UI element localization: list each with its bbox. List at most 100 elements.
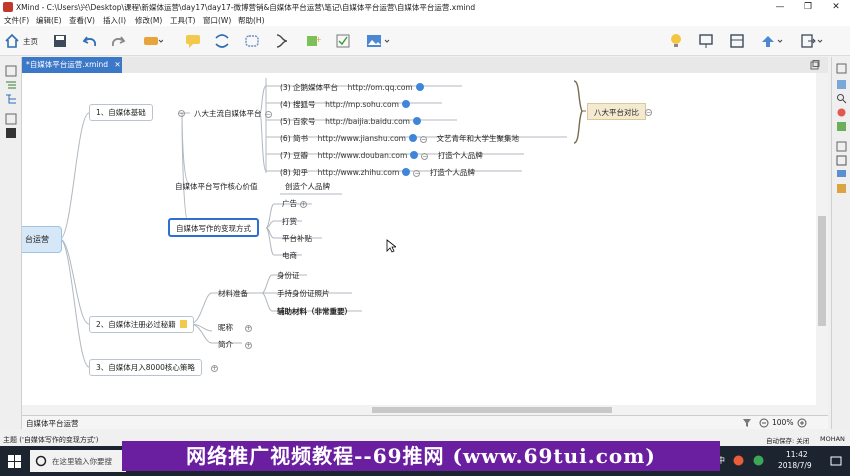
materials-child-photo[interactable]: 手持身份证照片	[277, 288, 330, 299]
sheet-tab[interactable]: 自媒体平台运营	[26, 418, 79, 429]
notification-icon[interactable]	[830, 455, 842, 467]
menu-insert[interactable]: 插入(I)	[103, 15, 126, 26]
platforms-collapse-icon[interactable]: −	[264, 111, 272, 118]
home-label[interactable]: 主页	[23, 36, 38, 47]
tab-close-icon[interactable]: ✕	[114, 60, 120, 69]
maximize-button[interactable]: ❐	[794, 0, 822, 14]
marker-icon[interactable]: +	[305, 33, 321, 49]
link-globe-icon	[401, 100, 410, 108]
zoom-in-icon[interactable]	[797, 418, 807, 428]
monetize-child-tip[interactable]: 打赏	[282, 216, 297, 227]
platform-row-6[interactable]: (6) 简书 http://www.jianshu.com − 文艺青年和大学生聚…	[280, 133, 519, 144]
link-globe-icon	[410, 151, 419, 159]
comments-icon[interactable]	[836, 169, 847, 180]
home-icon[interactable]	[4, 33, 20, 49]
markers-icon[interactable]	[836, 107, 847, 118]
monetize-child-subsidy[interactable]: 平台补贴	[282, 233, 312, 244]
console-icon[interactable]	[5, 127, 17, 139]
close-window-button[interactable]: ✕	[822, 0, 850, 14]
redo-icon[interactable]	[110, 33, 126, 49]
properties-icon[interactable]	[836, 79, 847, 90]
platform-row-3[interactable]: (3) 企鹅媒体平台 http://om.qq.com	[280, 82, 424, 93]
intro-topic[interactable]: 简介 +	[218, 339, 252, 350]
right-dock	[831, 57, 850, 429]
menu-help[interactable]: 帮助(H)	[238, 15, 265, 26]
lightbulb-icon[interactable]	[668, 33, 684, 49]
export-icon[interactable]	[800, 33, 824, 49]
branch-3-plus-icon[interactable]: +	[208, 363, 218, 372]
platform-row-7[interactable]: (7) 豆瓣 http://www.douban.com − 打造个人品牌	[280, 150, 483, 161]
window-title: XMind - C:\Users\兴\Desktop\课程\新媒体运营\day1…	[16, 3, 476, 12]
materials-topic[interactable]: 材料准备	[218, 288, 248, 299]
filter-icon[interactable]	[742, 418, 752, 428]
styles-icon[interactable]	[836, 183, 847, 194]
minimize-button[interactable]: —	[766, 0, 794, 14]
notes-icon[interactable]	[836, 155, 847, 166]
search-icon[interactable]	[836, 93, 847, 104]
summary-topic[interactable]: 八大平台对比	[587, 103, 646, 120]
tab-restore-icon[interactable]	[810, 60, 820, 70]
summary-icon[interactable]	[274, 33, 290, 49]
dock-restore-icon-right[interactable]	[836, 63, 847, 74]
menu-file[interactable]: 文件(F)	[4, 15, 29, 26]
summary-plus-icon[interactable]: −	[642, 107, 652, 116]
note-icon	[179, 320, 187, 328]
zoom-out-icon[interactable]	[759, 418, 769, 428]
dock-restore-icon[interactable]	[5, 65, 17, 77]
save-icon[interactable]	[52, 33, 68, 49]
tray-chat-icon[interactable]	[753, 455, 764, 466]
boundary-icon[interactable]	[244, 33, 260, 49]
overview-icon[interactable]	[836, 121, 847, 132]
task-icon[interactable]	[335, 33, 351, 49]
platform-row-5[interactable]: (5) 百家号 http://baijia.baidu.com	[280, 116, 421, 127]
platforms-topic[interactable]: 八大主流自媒体平台 −	[194, 108, 272, 119]
tab-document[interactable]: *自媒体平台运营.xmind ✕	[22, 57, 122, 73]
branch-2-topic[interactable]: 2、自媒体注册必过秘籍	[89, 316, 194, 333]
branch-1-plus-icon[interactable]: −	[175, 108, 185, 117]
callout-icon[interactable]	[185, 33, 201, 49]
menu-edit[interactable]: 编辑(E)	[36, 15, 62, 26]
vertical-scroll-thumb[interactable]	[818, 216, 826, 326]
layout-icon[interactable]	[729, 33, 745, 49]
image-icon[interactable]	[366, 33, 390, 49]
core-value-topic[interactable]: 自媒体平台写作核心价值	[175, 181, 258, 192]
menu-window[interactable]: 窗口(W)	[203, 15, 231, 26]
core-value-child[interactable]: 创造个人品牌	[285, 181, 330, 192]
platform-row-8[interactable]: (8) 知乎 http://www.zhihu.com − 打造个人品牌	[280, 167, 475, 178]
monetize-topic-selected[interactable]: 自媒体写作的变现方式	[168, 218, 259, 237]
platform-url: http://www.douban.com	[317, 151, 408, 160]
tray-app-icon[interactable]	[733, 455, 744, 466]
undo-icon[interactable]	[82, 33, 98, 49]
relationship-icon[interactable]	[214, 33, 230, 49]
monetize-child-ad[interactable]: 广告 +	[282, 198, 307, 209]
horizontal-scrollbar[interactable]	[22, 405, 816, 415]
zoom-level[interactable]: 100%	[772, 418, 793, 427]
menu-view[interactable]: 查看(V)	[69, 15, 95, 26]
topic-icon[interactable]	[143, 33, 163, 49]
mindmap-canvas[interactable]: 台运营 1、自媒体基础 − 八大主流自媒体平台 − (3) 企鹅媒体平台 http…	[22, 73, 816, 415]
structure-icon[interactable]	[5, 93, 17, 105]
windows-start-icon[interactable]	[8, 455, 21, 468]
presentation-icon[interactable]	[698, 33, 714, 49]
horizontal-scroll-thumb[interactable]	[372, 407, 612, 413]
materials-child-aux[interactable]: 辅助材料（非常重要）	[277, 306, 352, 317]
dock-restore-icon-right-2[interactable]	[836, 141, 847, 152]
taskbar-date[interactable]: 2018/7/9	[778, 461, 812, 470]
dock-restore-icon-2[interactable]	[5, 113, 17, 125]
outline-icon[interactable]	[5, 79, 17, 91]
share-icon[interactable]	[760, 33, 784, 49]
vertical-scrollbar[interactable]	[816, 73, 828, 415]
menu-tools[interactable]: 工具(T)	[170, 15, 195, 26]
platform-url: http://mp.sohu.com	[325, 100, 399, 109]
monetize-child-ecommerce[interactable]: 电商	[282, 250, 297, 261]
platform-row-4[interactable]: (4) 搜狐号 http://mp.sohu.com	[280, 99, 410, 110]
nickname-topic[interactable]: 昵称 +	[218, 322, 252, 333]
branch-1-topic[interactable]: 1、自媒体基础	[89, 104, 153, 121]
materials-child-id[interactable]: 身份证	[277, 270, 300, 281]
taskbar-search-box[interactable]: 在这里输入你要搜	[30, 450, 126, 472]
menu-modify[interactable]: 修改(M)	[135, 15, 162, 26]
platform-url: http://www.jianshu.com	[317, 134, 406, 143]
branch-3-topic[interactable]: 3、自媒体月入8000核心策略	[89, 359, 202, 376]
central-topic[interactable]: 台运营	[22, 226, 62, 253]
taskbar-clock[interactable]: 11:42	[786, 450, 808, 459]
